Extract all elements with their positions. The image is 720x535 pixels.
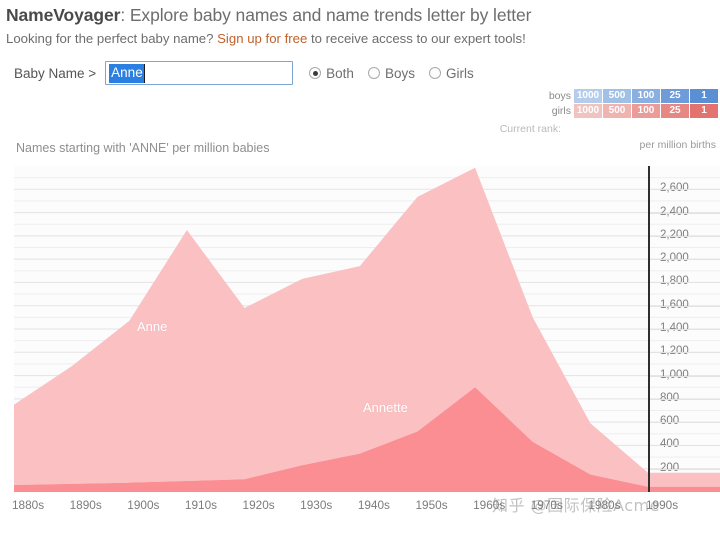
page-title: NameVoyager: Explore baby names and name… — [6, 5, 531, 26]
y-tick-label-600: 600 — [660, 415, 680, 428]
y-tick-gridline-2400 — [650, 212, 720, 214]
rank-cell-girls-25[interactable]: 25 — [661, 104, 689, 118]
y-tick-label-200: 200 — [660, 461, 680, 474]
x-tick-label-1940s: 1940s — [357, 498, 390, 512]
area-chart-svg — [14, 166, 720, 492]
rank-row-label-girls: girls — [551, 105, 571, 117]
rank-cell-girls-1000[interactable]: 1000 — [574, 104, 602, 118]
y-tick-label-2400: 2,400 — [660, 205, 689, 218]
x-axis-labels: 1880s 1890s 1900s 1910s 1920s 1930s 1940s 1950s… — [0, 498, 720, 520]
rank-cell-boys-100[interactable]: 100 — [632, 89, 660, 103]
y-tick-gridline-800 — [650, 398, 720, 400]
radio-girls[interactable]: Girls — [428, 65, 474, 81]
brand-name: NameVoyager — [6, 5, 121, 25]
y-tick-gridline-1600 — [650, 305, 720, 307]
search-row: Baby Name > Anne Both Boys Girls — [14, 60, 488, 86]
rank-cell-boys-500[interactable]: 500 — [603, 89, 631, 103]
radio-girls-label: Girls — [445, 65, 474, 81]
subtitle-before: Looking for the perfect baby name? — [6, 31, 218, 46]
radio-girls-icon — [428, 67, 441, 79]
per-million-births-label: per million births — [639, 139, 716, 151]
x-tick-label-1930s: 1930s — [300, 498, 333, 512]
page-subtitle: Looking for the perfect baby name? Sign … — [6, 31, 526, 46]
x-tick-label-1960s: 1960s — [473, 498, 506, 512]
y-tick-label-1400: 1,400 — [660, 322, 689, 334]
x-tick-label-1950s: 1950s — [415, 498, 448, 512]
baby-name-input[interactable]: Anne — [105, 61, 294, 85]
radio-boys-icon — [367, 67, 380, 79]
x-tick-label-1900s: 1900s — [127, 498, 160, 512]
y-tick-label-1800: 1,800 — [660, 275, 689, 288]
chart-area[interactable] — [14, 166, 720, 492]
x-tick-label-1910s: 1910s — [184, 498, 218, 512]
baby-name-label: Baby Name > — [14, 65, 97, 81]
gender-radio-group: Both Boys Girls — [309, 66, 488, 81]
namevoyager-app: NameVoyager: Explore baby names and name… — [0, 0, 720, 535]
y-tick-gridline-2600 — [650, 189, 720, 191]
subtitle-after: to receive access to our expert tools! — [307, 31, 526, 46]
y-tick-label-2200: 2,200 — [660, 228, 689, 241]
radio-both-label: Both — [326, 65, 354, 81]
signup-link[interactable]: Sign up for free — [217, 31, 307, 46]
rank-cell-boys-25[interactable]: 25 — [661, 89, 689, 103]
x-tick-label-1970s: 1970s — [530, 498, 563, 512]
x-tick-label-1990s: 1990s — [646, 498, 679, 512]
y-tick-gridline-1800 — [650, 282, 720, 284]
rank-row-label-boys: boys — [548, 90, 571, 102]
current-rank-label: Current rank: — [499, 123, 561, 135]
y-tick-label-800: 800 — [660, 391, 680, 404]
rank-row-boys: boys 1000 500 100 25 1 — [535, 89, 719, 103]
y-tick-label-1200: 1,200 — [660, 345, 689, 358]
y-tick-label-1600: 1,600 — [660, 298, 689, 311]
x-tick-label-1890s: 1890s — [69, 498, 102, 512]
rank-cell-boys-1000[interactable]: 1000 — [574, 89, 602, 103]
page-title-rest: : Explore baby names and name trends let… — [120, 5, 532, 25]
radio-boys[interactable]: Boys — [367, 65, 415, 81]
y-tick-gridline-2200 — [650, 235, 720, 237]
chart-title: Names starting with 'ANNE' per million b… — [16, 141, 270, 155]
rank-cell-girls-500[interactable]: 500 — [603, 104, 631, 118]
radio-both[interactable]: Both — [309, 66, 354, 81]
rank-legend: boys 1000 500 100 25 1 girls 1000 500 100 25 1 — [535, 89, 719, 119]
y-tick-gridline-1200 — [650, 352, 720, 354]
x-tick-label-1920s: 1920s — [242, 498, 275, 512]
radio-boys-label: Boys — [384, 65, 415, 81]
y-tick-label-2600: 2,600 — [660, 182, 689, 195]
y-tick-gridline-200 — [650, 468, 720, 470]
y-tick-label-400: 400 — [660, 438, 680, 451]
rank-cell-girls-1[interactable]: 1 — [690, 104, 718, 118]
band-label-anne: Anne — [137, 319, 168, 334]
rank-cell-girls-100[interactable]: 100 — [632, 104, 660, 118]
radio-both-icon — [309, 67, 322, 79]
band-label-annette: Annette — [363, 400, 408, 415]
x-tick-label-1880s: 1880s — [12, 498, 45, 512]
y-tick-gridline-2000 — [650, 259, 720, 261]
y-tick-gridline-600 — [650, 422, 720, 424]
y-tick-gridline-1400 — [650, 329, 720, 330]
x-tick-label-1980s: 1980s — [588, 498, 621, 512]
y-tick-label-2000: 2,000 — [660, 252, 689, 265]
y-tick-label-1000: 1,000 — [660, 368, 689, 381]
y-tick-gridline-400 — [650, 445, 720, 447]
rank-row-girls: girls 1000 500 100 25 1 — [535, 104, 719, 118]
baby-name-input-value: Anne — [109, 63, 145, 83]
rank-cell-boys-1[interactable]: 1 — [690, 89, 718, 103]
y-tick-gridline-1000 — [650, 375, 720, 377]
